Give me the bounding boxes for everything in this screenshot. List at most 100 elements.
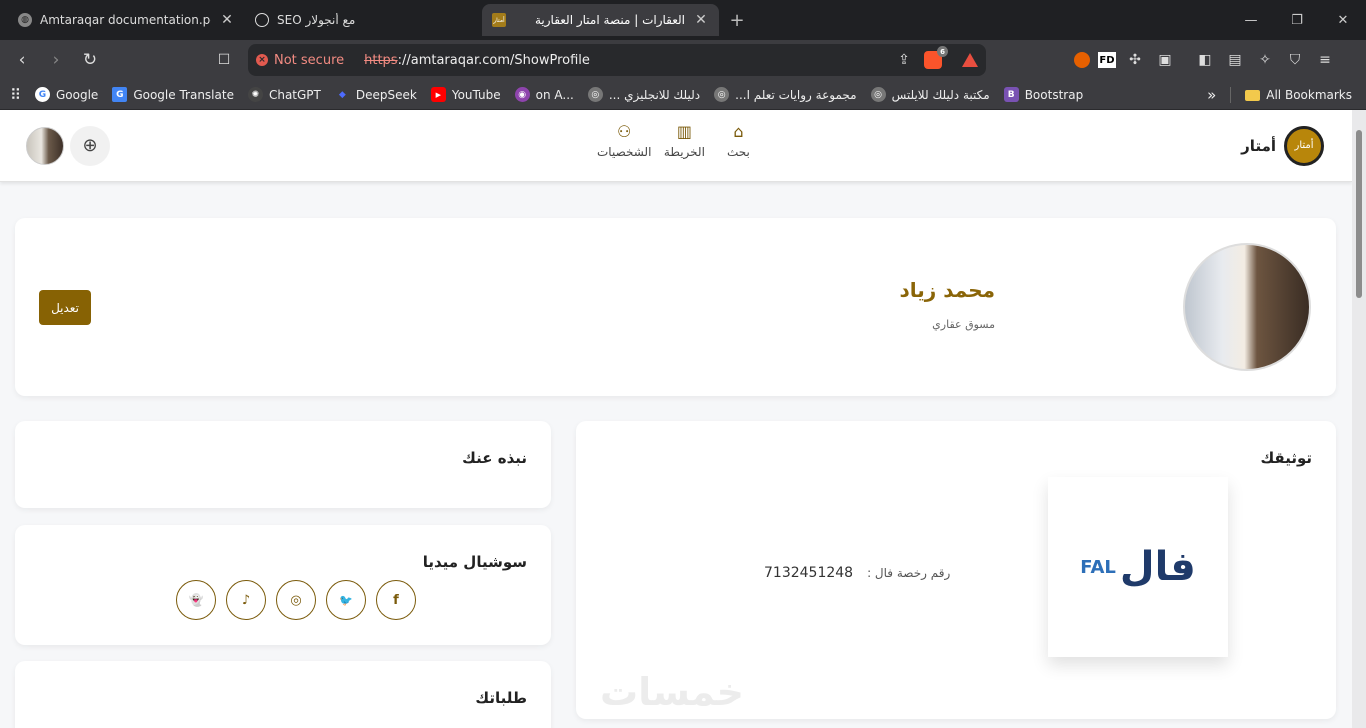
chatgpt-icon	[255, 13, 269, 27]
close-window-icon[interactable]: ✕	[1320, 0, 1366, 40]
nav-label: الخريطة	[663, 145, 705, 159]
new-tab-icon[interactable]: +	[723, 6, 751, 34]
extensions-area: FD ✣ ▣ ◧ ▤ ✧ ⛉ ≡	[1074, 49, 1336, 71]
site-icon: ◎	[587, 87, 603, 102]
close-tab-icon[interactable]: ✕	[693, 12, 709, 28]
social-title: سوشيال ميديا	[422, 553, 527, 571]
bookmark-label: ChatGPT	[268, 87, 321, 102]
leo-icon[interactable]: ✧	[1254, 49, 1276, 71]
about-title: نبذه عنك	[462, 449, 527, 467]
divider	[1230, 87, 1232, 103]
share-icon[interactable]: ⇪	[890, 46, 918, 74]
tab-pdf[interactable]: ◍ Amtaraqar documentation.pdf ✕	[8, 4, 245, 36]
close-tab-icon[interactable]: ✕	[219, 12, 235, 28]
bookmark-podcast[interactable]: ◉ on A...	[514, 87, 574, 102]
all-bookmarks[interactable]: All Bookmarks	[1245, 88, 1352, 102]
window-controls: — ❐ ✕	[1228, 0, 1366, 40]
bookmark-youtube[interactable]: ▶ YouTube	[430, 87, 501, 102]
bookmark-label: مجموعة روايات تعلم ا...	[735, 87, 857, 102]
bootstrap-icon: B	[1003, 87, 1019, 102]
minimize-icon[interactable]: —	[1228, 0, 1274, 40]
fal-logo-en: FAL	[1080, 556, 1116, 578]
bookmark-google[interactable]: G Google	[35, 87, 98, 102]
home-icon: ⌂	[733, 122, 744, 141]
browser-chrome: ◍ Amtaraqar documentation.pdf ✕ مع أنجول…	[0, 0, 1366, 110]
bookmark-label: on A...	[535, 87, 574, 102]
back-icon[interactable]: ‹	[8, 46, 36, 74]
bookmark-label: DeepSeek	[355, 87, 417, 102]
tab-title: العقارات | منصة امتار العقارية	[534, 13, 685, 27]
restore-icon[interactable]: ❐	[1274, 0, 1320, 40]
page-scrollbar[interactable]	[1352, 110, 1366, 728]
tab-strip: ◍ Amtaraqar documentation.pdf ✕ مع أنجول…	[0, 0, 1366, 40]
tab-seo[interactable]: مع أنجولار SEO ✕	[245, 4, 482, 36]
scrollbar-thumb[interactable]	[1356, 130, 1362, 298]
profile-name: محمد زياد	[899, 278, 995, 302]
podcast-icon: ◉	[514, 87, 530, 102]
url-rest: ://amtaraqar.com/ShowProfile	[397, 52, 590, 68]
toolbar: ‹ › ↻ ☐ × Not secure https://amtaraqar.c…	[0, 40, 1366, 80]
firefox-ext-icon[interactable]	[1074, 52, 1090, 68]
profile-card: محمد زياد مسوق عقاري تعديل	[15, 218, 1336, 396]
watermark: خمسات	[600, 670, 744, 714]
twitter-icon[interactable]: 🐦	[326, 580, 366, 620]
url-text[interactable]: https://amtaraqar.com/ShowProfile	[364, 53, 884, 68]
orders-card: طلباتك	[15, 661, 551, 728]
snapchat-icon[interactable]: 👻	[176, 580, 216, 620]
chatgpt-icon: ✺	[247, 87, 263, 102]
edit-button[interactable]: تعديل	[39, 290, 91, 325]
brand[interactable]: أمتار أمتار	[1241, 125, 1324, 166]
google-icon: G	[35, 87, 50, 102]
page-content: ⊕ ⚇ الشخصيات ▥ الخريطة ⌂ بحث أمتار أمتار…	[0, 110, 1352, 728]
bookmark-label: Google Translate	[133, 87, 234, 102]
bookmarks-right: » All Bookmarks	[1207, 80, 1352, 110]
nav-search[interactable]: ⌂ بحث	[717, 122, 759, 159]
fd-ext-icon[interactable]: FD	[1098, 52, 1116, 68]
reader-icon[interactable]: ▣	[1154, 49, 1176, 71]
instagram-icon[interactable]: ◎	[276, 580, 316, 620]
bookmark-icon[interactable]: ☐	[210, 46, 238, 74]
header-actions: ⊕	[26, 125, 110, 166]
address-bar[interactable]: × Not secure https://amtaraqar.com/ShowP…	[248, 44, 986, 76]
social-card: سوشيال ميديا 👻 ♪ ◎ 🐦 f	[15, 525, 551, 645]
bookmark-english-guide[interactable]: ◎ دليلك للانجليزي ...	[587, 87, 700, 102]
logo: أمتار	[1284, 125, 1324, 166]
brave-badge: 6	[937, 46, 948, 57]
fal-logo-ar: فال	[1119, 544, 1196, 590]
site-header: ⊕ ⚇ الشخصيات ▥ الخريطة ⌂ بحث أمتار أمتار	[0, 110, 1352, 182]
license-row: 7132451248 رقم رخصة فال :	[764, 565, 950, 581]
add-icon[interactable]: ⊕	[70, 125, 110, 166]
bookmark-deepseek[interactable]: ◆ DeepSeek	[335, 87, 417, 102]
more-bookmarks-icon[interactable]: »	[1207, 86, 1216, 104]
nav-label: بحث	[726, 145, 750, 159]
bookmark-label: YouTube	[451, 87, 501, 102]
bookmark-novels[interactable]: ◎ مجموعة روايات تعلم ا...	[714, 87, 857, 102]
vpn-icon[interactable]: ⛉	[1284, 49, 1306, 71]
apps-icon[interactable]: ⠿	[10, 86, 21, 104]
bookmark-chatgpt[interactable]: ✺ ChatGPT	[247, 87, 321, 102]
tab-amtar[interactable]: أمتار العقارات | منصة امتار العقارية ✕	[482, 4, 719, 36]
about-card: نبذه عنك	[15, 421, 551, 508]
wallet-icon[interactable]: ▤	[1224, 49, 1246, 71]
user-avatar[interactable]	[26, 126, 64, 165]
tiktok-icon[interactable]: ♪	[226, 580, 266, 620]
menu-icon[interactable]: ≡	[1314, 49, 1336, 71]
google-translate-icon: G	[112, 87, 128, 102]
bookmark-ielts[interactable]: ◎ مكتبة دليلك للايلتس	[870, 87, 990, 102]
security-label[interactable]: Not secure	[274, 53, 344, 68]
reload-icon[interactable]: ↻	[76, 46, 104, 74]
forward-icon[interactable]: ›	[42, 46, 70, 74]
brave-rewards-icon[interactable]	[962, 53, 978, 67]
nav-map[interactable]: ▥ الخريطة	[663, 122, 705, 159]
puzzle-icon[interactable]: ✣	[1124, 49, 1146, 71]
facebook-icon[interactable]: f	[376, 580, 416, 620]
bookmark-google-translate[interactable]: G Google Translate	[112, 87, 234, 102]
sidebar-icon[interactable]: ◧	[1194, 49, 1216, 71]
brave-shields-icon[interactable]: 6	[924, 46, 948, 69]
bookmark-bootstrap[interactable]: B Bootstrap	[1003, 87, 1083, 102]
bookmarks-bar: ⠿ G Google G Google Translate ✺ ChatGPT …	[0, 80, 1366, 110]
bookmark-label: Google	[56, 87, 99, 102]
profile-avatar	[1183, 243, 1311, 371]
nav-people[interactable]: ⚇ الشخصيات	[597, 122, 651, 159]
url-scheme: https	[364, 52, 398, 68]
